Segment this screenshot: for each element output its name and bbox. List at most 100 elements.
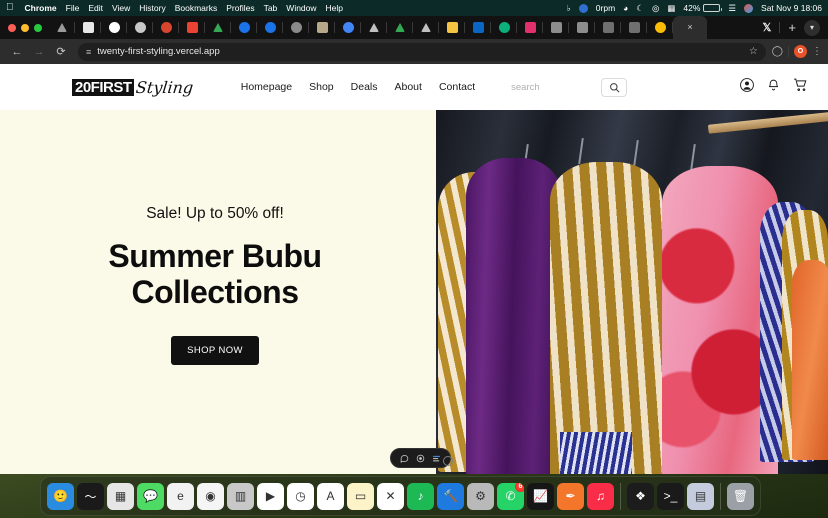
menu-item-view[interactable]: View	[112, 3, 130, 13]
tab-news[interactable]	[75, 16, 101, 39]
display-icon[interactable]: ☰	[728, 3, 736, 14]
address-bar[interactable]: ≡ twenty-first-styling.vercel.app ☆	[78, 42, 766, 61]
minimize-window-button[interactable]	[21, 23, 29, 32]
dock-app-finder[interactable]: 🙂	[47, 482, 74, 510]
dock-app-xcode[interactable]: 🔨	[437, 482, 464, 510]
site-logo[interactable]: 20FIRST Styling	[72, 78, 194, 97]
dock-app-activity-monitor[interactable]: 📈	[527, 482, 554, 510]
menu-bar-clock[interactable]: Sat Nov 9 18:06	[761, 3, 822, 13]
nav-link-contact[interactable]: Contact	[439, 81, 475, 93]
shopping-cart-icon[interactable]	[793, 78, 808, 97]
dock-app-figma[interactable]: ❖	[627, 482, 654, 510]
tab-photo[interactable]	[309, 16, 335, 39]
bookmark-star-icon[interactable]: ☆	[749, 46, 758, 57]
comment-icon[interactable]	[400, 454, 409, 463]
dock-app-terminal[interactable]: >_	[657, 482, 684, 510]
dock-app-trash[interactable]: 🗑	[727, 482, 754, 510]
menu-icon[interactable]	[432, 454, 441, 463]
notification-bell-icon[interactable]	[767, 78, 780, 97]
nav-link-deals[interactable]: Deals	[351, 81, 378, 93]
menu-item-profiles[interactable]: Profiles	[226, 3, 254, 13]
chevron-down-icon[interactable]: ▾	[804, 19, 820, 36]
menu-item-edit[interactable]: Edit	[88, 3, 103, 13]
menu-item-bookmarks[interactable]: Bookmarks	[175, 3, 218, 13]
site-settings-icon[interactable]: ≡	[86, 47, 91, 57]
moon-icon[interactable]: ☾	[636, 3, 644, 14]
close-window-button[interactable]	[8, 23, 16, 32]
tab-gray[interactable]	[283, 16, 309, 39]
nav-link-shop[interactable]: Shop	[309, 81, 334, 93]
vercel-toolbar[interactable]	[390, 448, 451, 468]
dock-app-arc-browser[interactable]: A	[317, 482, 344, 510]
dock-app-calculator[interactable]: ▥	[227, 482, 254, 510]
tab-instagram[interactable]	[517, 16, 543, 39]
tab-drive[interactable]	[205, 16, 231, 39]
active-tab[interactable]: ×	[673, 16, 707, 39]
nav-link-about[interactable]: About	[395, 81, 422, 93]
tab-google-photos[interactable]	[647, 16, 673, 39]
shop-now-button[interactable]: SHOP NOW	[171, 336, 259, 366]
dock-app-music[interactable]: ♫	[587, 482, 614, 510]
menu-item-history[interactable]: History	[139, 3, 165, 13]
tab-linkedin[interactable]	[465, 16, 491, 39]
tab-apple2[interactable]	[361, 16, 387, 39]
menu-item-help[interactable]: Help	[326, 3, 343, 13]
tab-note[interactable]	[439, 16, 465, 39]
tab-chrome[interactable]	[335, 16, 361, 39]
tab-drive2[interactable]	[387, 16, 413, 39]
zoom-window-button[interactable]	[34, 23, 42, 32]
tab-loop2[interactable]	[257, 16, 283, 39]
tab-app[interactable]	[127, 16, 153, 39]
dock-app-clock[interactable]: ◷	[287, 482, 314, 510]
dock-app-messages[interactable]: 💬	[137, 482, 164, 510]
battery-icon[interactable]: 42%	[683, 3, 723, 13]
nav-link-homepage[interactable]: Homepage	[241, 81, 292, 93]
tab-vp[interactable]	[543, 16, 569, 39]
tab-x-twitter[interactable]: 𝕏	[759, 21, 776, 34]
back-button[interactable]: ←	[6, 41, 28, 63]
dock-app-preview[interactable]: ✒	[557, 482, 584, 510]
search-button[interactable]	[601, 77, 628, 97]
apple-logo-icon[interactable]: 	[6, 3, 14, 13]
menu-item-file[interactable]: File	[66, 3, 80, 13]
dock-app-system-settings[interactable]: ⚙	[467, 482, 494, 510]
menu-item-tab[interactable]: Tab	[264, 3, 278, 13]
tab-apple[interactable]	[49, 16, 75, 39]
dock-app-google-chrome[interactable]: ◉	[197, 482, 224, 510]
menu-item-chrome[interactable]: Chrome	[25, 3, 57, 13]
account-icon[interactable]	[740, 77, 754, 97]
search-input[interactable]	[511, 81, 592, 93]
forward-button[interactable]: →	[28, 41, 50, 63]
dock-app-notes[interactable]: ▭	[347, 482, 374, 510]
tab-dark2[interactable]	[621, 16, 647, 39]
dock-app-launchpad[interactable]: ▦	[107, 482, 134, 510]
kebab-menu-icon[interactable]: ⋮	[812, 47, 822, 57]
dock-app-whatsapp[interactable]: ✆ 6	[497, 482, 524, 510]
keyboard-icon[interactable]: ▦	[667, 3, 675, 14]
tab-vp2[interactable]	[569, 16, 595, 39]
tab-hubspot[interactable]	[491, 16, 517, 39]
tab-gmail[interactable]	[179, 16, 205, 39]
stats-icon[interactable]	[578, 3, 588, 13]
profile-avatar[interactable]: O	[794, 45, 807, 58]
close-tab-icon[interactable]: ×	[687, 23, 692, 32]
vercel-toolbar-handle[interactable]	[443, 456, 453, 466]
dock-app-audio-editor[interactable]: 〜	[77, 482, 104, 510]
dock-app-youtube-music[interactable]: ▶	[257, 482, 284, 510]
clock-icon[interactable]: ◕	[623, 3, 628, 13]
tab-opera[interactable]	[153, 16, 179, 39]
tab-dark1[interactable]	[595, 16, 621, 39]
tab-loop[interactable]	[231, 16, 257, 39]
tab-github[interactable]	[101, 16, 127, 39]
inspect-icon[interactable]	[416, 454, 425, 463]
dock-app-spotify[interactable]: ♪	[407, 482, 434, 510]
record-icon[interactable]: ◎	[652, 3, 659, 14]
dock-app-downloads-stack[interactable]: ▤	[687, 482, 714, 510]
control-center-icon[interactable]	[744, 3, 754, 13]
reload-button[interactable]: ⟳	[50, 41, 72, 63]
dock-app-microsoft-edge[interactable]: e	[167, 482, 194, 510]
music-note-icon[interactable]: ♭	[567, 3, 571, 14]
new-tab-button[interactable]: +	[784, 20, 800, 35]
menu-item-window[interactable]: Window	[286, 3, 316, 13]
extensions-puzzle-icon[interactable]: ◯	[772, 46, 783, 57]
